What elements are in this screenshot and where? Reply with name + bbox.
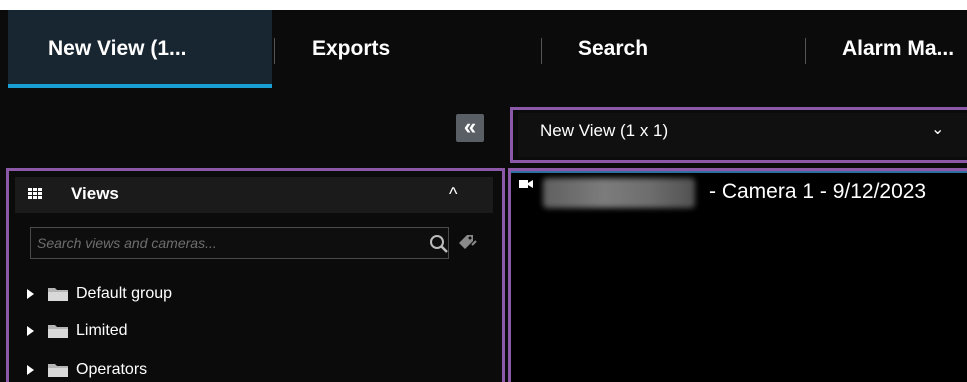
tree-item-label: Operators — [76, 361, 148, 378]
collapse-pane-button[interactable]: « — [456, 114, 484, 142]
tab-bar: New View (1... Exports Search Alarm Ma..… — [0, 10, 967, 88]
tab-new-view[interactable]: New View (1... — [8, 10, 272, 88]
tag-icon[interactable] — [457, 233, 479, 255]
chevron-down-icon: ⌄ — [931, 121, 945, 138]
camera-view-pane[interactable]: - Camera 1 - 9/12/2023 — [508, 168, 967, 382]
views-panel-title: Views — [71, 184, 119, 203]
search-icon[interactable] — [429, 234, 449, 254]
views-panel-header[interactable]: Views ^ — [15, 177, 493, 213]
view-selector-value: New View (1 x 1) — [540, 121, 669, 140]
tab-search[interactable]: Search — [578, 10, 648, 88]
top-margin — [0, 0, 967, 10]
folder-icon — [48, 364, 68, 377]
camera-selected-indicator — [511, 171, 967, 173]
active-tab-indicator — [8, 84, 272, 88]
tree-item-default-group[interactable]: Default group — [27, 282, 172, 306]
expand-arrow-icon[interactable] — [27, 326, 34, 336]
tab-alarm-manager[interactable]: Alarm Ma... — [842, 10, 954, 88]
search-views-field[interactable]: Search views and cameras... — [30, 227, 449, 259]
expand-arrow-icon[interactable] — [27, 365, 34, 375]
tree-item-label: Limited — [76, 322, 128, 339]
camera-icon — [519, 180, 533, 188]
app-window: New View (1... Exports Search Alarm Ma..… — [0, 0, 967, 382]
tab-label: Alarm Ma... — [842, 37, 955, 60]
tree-item-operators[interactable]: Operators — [27, 358, 147, 382]
search-placeholder: Search views and cameras... — [37, 235, 217, 251]
tab-label: Search — [578, 37, 649, 60]
views-panel: Views ^ Search views and cameras... Defa… — [6, 168, 505, 382]
tab-separator — [274, 38, 275, 64]
folder-icon — [48, 288, 68, 301]
view-selector-highlight: New View (1 x 1) ⌄ — [510, 107, 967, 163]
expand-arrow-icon[interactable] — [27, 289, 34, 299]
camera-title: - Camera 1 - 9/12/2023 — [709, 180, 927, 203]
grid-icon — [28, 188, 43, 201]
tree-item-label: Default group — [76, 285, 173, 302]
tab-label: Exports — [312, 37, 391, 60]
tree-item-limited[interactable]: Limited — [27, 319, 128, 343]
tab-separator — [805, 38, 806, 64]
tab-separator — [541, 38, 542, 64]
tab-exports[interactable]: Exports — [312, 10, 390, 88]
view-selector-dropdown[interactable]: New View (1 x 1) ⌄ — [518, 113, 967, 157]
tab-label: New View (1... — [48, 37, 187, 60]
chevron-up-icon[interactable]: ^ — [449, 184, 457, 205]
blurred-device-name — [543, 178, 695, 208]
folder-icon — [48, 325, 68, 338]
